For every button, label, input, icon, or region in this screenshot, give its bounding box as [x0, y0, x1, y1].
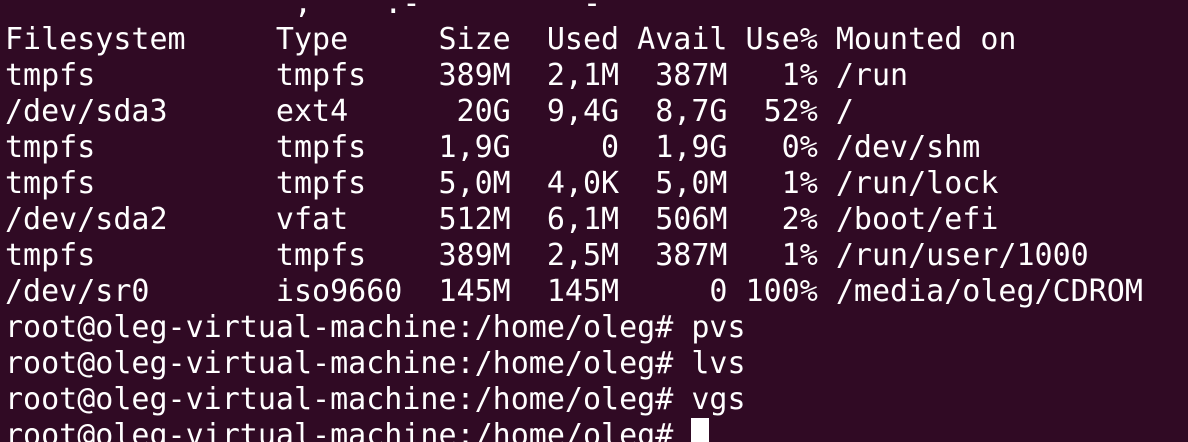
text-cursor [691, 418, 710, 442]
df-row-line: /dev/sda3 ext4 20G 9,4G 8,7G 52% / [5, 94, 854, 129]
prompt-text: root@oleg-virtual-machine:/home/oleg# [5, 418, 692, 442]
terminal-output: ', ' .- ' -' Filesystem Type Size Used A… [5, 0, 1143, 442]
df-row-line: tmpfs tmpfs 5,0M 4,0K 5,0M 1% /run/lock [5, 166, 999, 201]
df-row-line: /dev/sr0 iso9660 145M 145M 0 100% /media… [5, 274, 1143, 309]
df-row-line: tmpfs tmpfs 1,9G 0 1,9G 0% /dev/shm [5, 130, 981, 165]
terminal-window[interactable]: ', ' .- ' -' Filesystem Type Size Used A… [0, 0, 1188, 442]
command-line: root@oleg-virtual-machine:/home/oleg# vg… [5, 382, 746, 417]
df-row-line: tmpfs tmpfs 389M 2,1M 387M 1% /run [5, 58, 909, 93]
df-row-line: tmpfs tmpfs 389M 2,5M 387M 1% /run/user/… [5, 238, 1089, 273]
command-line: root@oleg-virtual-machine:/home/oleg# pv… [5, 310, 746, 345]
df-row-line: /dev/sda2 vfat 512M 6,1M 506M 2% /boot/e… [5, 202, 999, 237]
command-line: root@oleg-virtual-machine:/home/oleg# lv… [5, 346, 746, 381]
df-header-line: Filesystem Type Size Used Avail Use% Mou… [5, 22, 1017, 57]
terminal-line-partial: ', ' .- ' -' [5, 0, 620, 21]
current-prompt-line[interactable]: root@oleg-virtual-machine:/home/oleg# [5, 418, 1143, 442]
